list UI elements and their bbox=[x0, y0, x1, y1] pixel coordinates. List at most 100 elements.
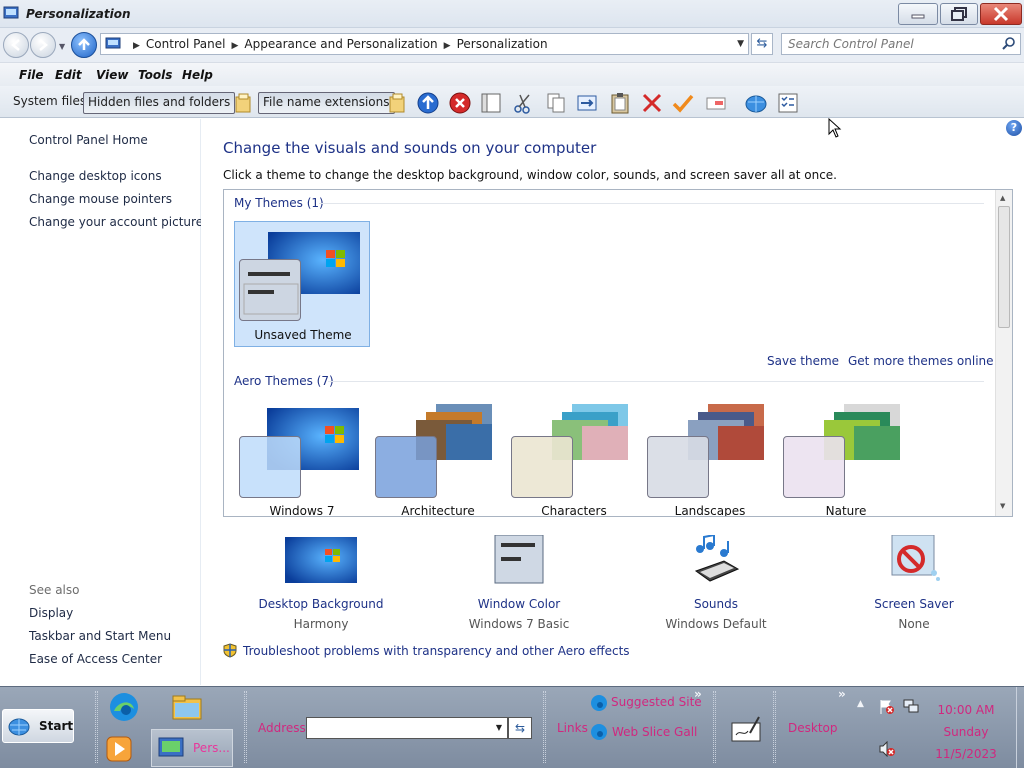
volume-muted-icon[interactable] bbox=[879, 741, 895, 757]
get-more-themes-link[interactable]: Get more themes online bbox=[848, 354, 994, 368]
up-arrow-icon[interactable] bbox=[417, 92, 439, 114]
help-icon[interactable]: ? bbox=[1006, 120, 1022, 136]
taskbar-window-label: Pers... bbox=[193, 741, 230, 755]
title-bar: Personalization bbox=[0, 0, 1024, 28]
theme-name: Nature bbox=[825, 504, 867, 517]
theme-nature[interactable]: Nature bbox=[778, 400, 914, 517]
search-box[interactable] bbox=[781, 33, 1021, 55]
change-desktop-icons-link[interactable]: Change desktop icons bbox=[29, 169, 162, 183]
close-button[interactable] bbox=[980, 3, 1022, 25]
window-preview-icon bbox=[243, 272, 299, 315]
dropdown-arrow-icon[interactable]: ▼ bbox=[496, 723, 502, 732]
taskbar-window-personalization[interactable]: Pers... bbox=[151, 729, 233, 767]
theme-architecture[interactable]: Architecture bbox=[370, 400, 506, 516]
preview-pane-icon[interactable] bbox=[480, 92, 502, 114]
system-files-button[interactable]: System files bbox=[9, 92, 90, 114]
theme-characters[interactable]: Characters bbox=[506, 400, 642, 516]
theme-windows-7[interactable]: Windows 7 bbox=[234, 400, 370, 516]
network-icon[interactable] bbox=[903, 699, 919, 715]
action-center-icon[interactable] bbox=[879, 699, 895, 715]
up-button[interactable] bbox=[71, 32, 97, 58]
theme-unsaved[interactable]: Unsaved Theme bbox=[234, 221, 370, 347]
delete-icon[interactable] bbox=[641, 92, 663, 114]
save-theme-link[interactable]: Save theme bbox=[767, 354, 839, 368]
show-hidden-icons-icon[interactable]: ▲ bbox=[857, 699, 864, 709]
stop-icon[interactable] bbox=[449, 92, 471, 114]
forward-button[interactable] bbox=[30, 32, 56, 58]
taskbar-divider bbox=[713, 691, 716, 763]
file-name-extensions-button[interactable]: File name extensions bbox=[258, 92, 395, 114]
start-button[interactable]: Start bbox=[2, 709, 74, 743]
desktop-chevron-icon[interactable]: » bbox=[838, 687, 846, 701]
scrollbar-thumb[interactable] bbox=[998, 206, 1010, 328]
change-mouse-pointers-link[interactable]: Change mouse pointers bbox=[29, 192, 172, 206]
toolbar: System files Hidden files and folders Fi… bbox=[0, 86, 1024, 118]
breadcrumb-personalization[interactable]: Personalization bbox=[457, 37, 548, 51]
forward-arrow-icon bbox=[39, 39, 48, 51]
breadcrumb-chevron-icon[interactable]: ▶ bbox=[133, 41, 140, 51]
troubleshoot-text[interactable]: Troubleshoot problems with transparency … bbox=[243, 644, 630, 658]
restore-button[interactable] bbox=[940, 3, 978, 25]
file-explorer-icon[interactable] bbox=[171, 691, 203, 723]
scroll-up-icon[interactable]: ▲ bbox=[1000, 194, 1005, 202]
cut-icon[interactable] bbox=[512, 92, 534, 114]
setting-title[interactable]: Desktop Background bbox=[246, 597, 396, 611]
theme-landscapes[interactable]: Landscapes bbox=[642, 400, 778, 516]
move-to-icon[interactable] bbox=[576, 92, 598, 114]
taskbar-start-menu-link[interactable]: Taskbar and Start Menu bbox=[29, 629, 171, 643]
setting-title[interactable]: Screen Saver bbox=[839, 597, 989, 611]
menu-view[interactable]: View bbox=[96, 68, 128, 82]
breadcrumb-appearance[interactable]: Appearance and Personalization bbox=[244, 37, 437, 51]
menu-help[interactable]: Help bbox=[182, 68, 213, 82]
desktop-toolbar-label: Desktop bbox=[788, 721, 838, 735]
address-go-button[interactable]: ⇆ bbox=[508, 717, 532, 739]
setting-value: Harmony bbox=[293, 617, 349, 631]
theme-name: Unsaved Theme bbox=[254, 328, 352, 342]
breadcrumb-chevron-icon[interactable]: ▶ bbox=[232, 41, 239, 51]
menu-edit[interactable]: Edit bbox=[55, 68, 82, 82]
minimize-button[interactable] bbox=[898, 3, 938, 25]
setting-title[interactable]: Window Color bbox=[444, 597, 594, 611]
taskbar-divider bbox=[773, 691, 776, 763]
control-panel-icon bbox=[105, 37, 121, 49]
recent-pages-chevron-icon[interactable]: ▼ bbox=[59, 42, 65, 51]
ease-of-access-link[interactable]: Ease of Access Center bbox=[29, 652, 162, 666]
breadcrumb-control-panel[interactable]: Control Panel bbox=[146, 37, 226, 51]
display-link[interactable]: Display bbox=[29, 606, 73, 620]
properties-icon[interactable] bbox=[777, 92, 799, 114]
address-bar[interactable]: ▶ Control Panel ▶ Appearance and Personaliz… bbox=[100, 33, 749, 55]
search-input[interactable] bbox=[788, 36, 998, 52]
back-button[interactable] bbox=[3, 32, 29, 58]
theme-list-scrollbar[interactable]: ▲ ▼ bbox=[995, 190, 1012, 516]
system-clock[interactable]: 10:00 AM Sunday 11/5/2023 bbox=[930, 699, 1002, 765]
suggested-sites-link[interactable]: Suggested Site bbox=[611, 695, 702, 709]
clock-day: Sunday bbox=[943, 725, 989, 739]
refresh-button[interactable]: ⇆ bbox=[751, 33, 773, 55]
paste-icon[interactable] bbox=[609, 92, 631, 114]
media-player-icon[interactable] bbox=[105, 735, 133, 763]
show-desktop-button[interactable] bbox=[1016, 687, 1024, 768]
control-panel-home-link[interactable]: Control Panel Home bbox=[29, 133, 148, 147]
shell-icon[interactable] bbox=[745, 92, 767, 114]
troubleshoot-link[interactable]: Troubleshoot problems with transparency … bbox=[223, 643, 630, 658]
edge-browser-icon[interactable] bbox=[108, 691, 140, 723]
copy-icon[interactable] bbox=[545, 92, 567, 114]
scroll-down-icon[interactable]: ▼ bbox=[1000, 502, 1005, 510]
web-slice-gallery-link[interactable]: Web Slice Gall bbox=[612, 725, 697, 739]
hidden-files-button[interactable]: Hidden files and folders bbox=[83, 92, 236, 114]
more-links-chevron-icon[interactable]: » bbox=[694, 687, 702, 701]
address-dropdown-icon[interactable]: ▼ bbox=[737, 39, 744, 49]
signature-pad-icon[interactable] bbox=[730, 713, 762, 745]
breadcrumb-chevron-icon[interactable]: ▶ bbox=[444, 41, 451, 51]
desktop-background-icon bbox=[285, 537, 357, 583]
rename-icon[interactable] bbox=[705, 92, 727, 114]
check-icon[interactable] bbox=[672, 92, 694, 114]
taskbar-address-input[interactable]: ▼ bbox=[306, 717, 508, 739]
edge-browser-icon bbox=[591, 724, 607, 740]
folder-options-icon[interactable] bbox=[233, 92, 255, 114]
menu-file[interactable]: File bbox=[19, 68, 44, 82]
folder-options-icon[interactable] bbox=[387, 92, 409, 114]
setting-title[interactable]: Sounds bbox=[641, 597, 791, 611]
change-account-picture-link[interactable]: Change your account picture bbox=[29, 215, 203, 229]
menu-tools[interactable]: Tools bbox=[138, 68, 172, 82]
